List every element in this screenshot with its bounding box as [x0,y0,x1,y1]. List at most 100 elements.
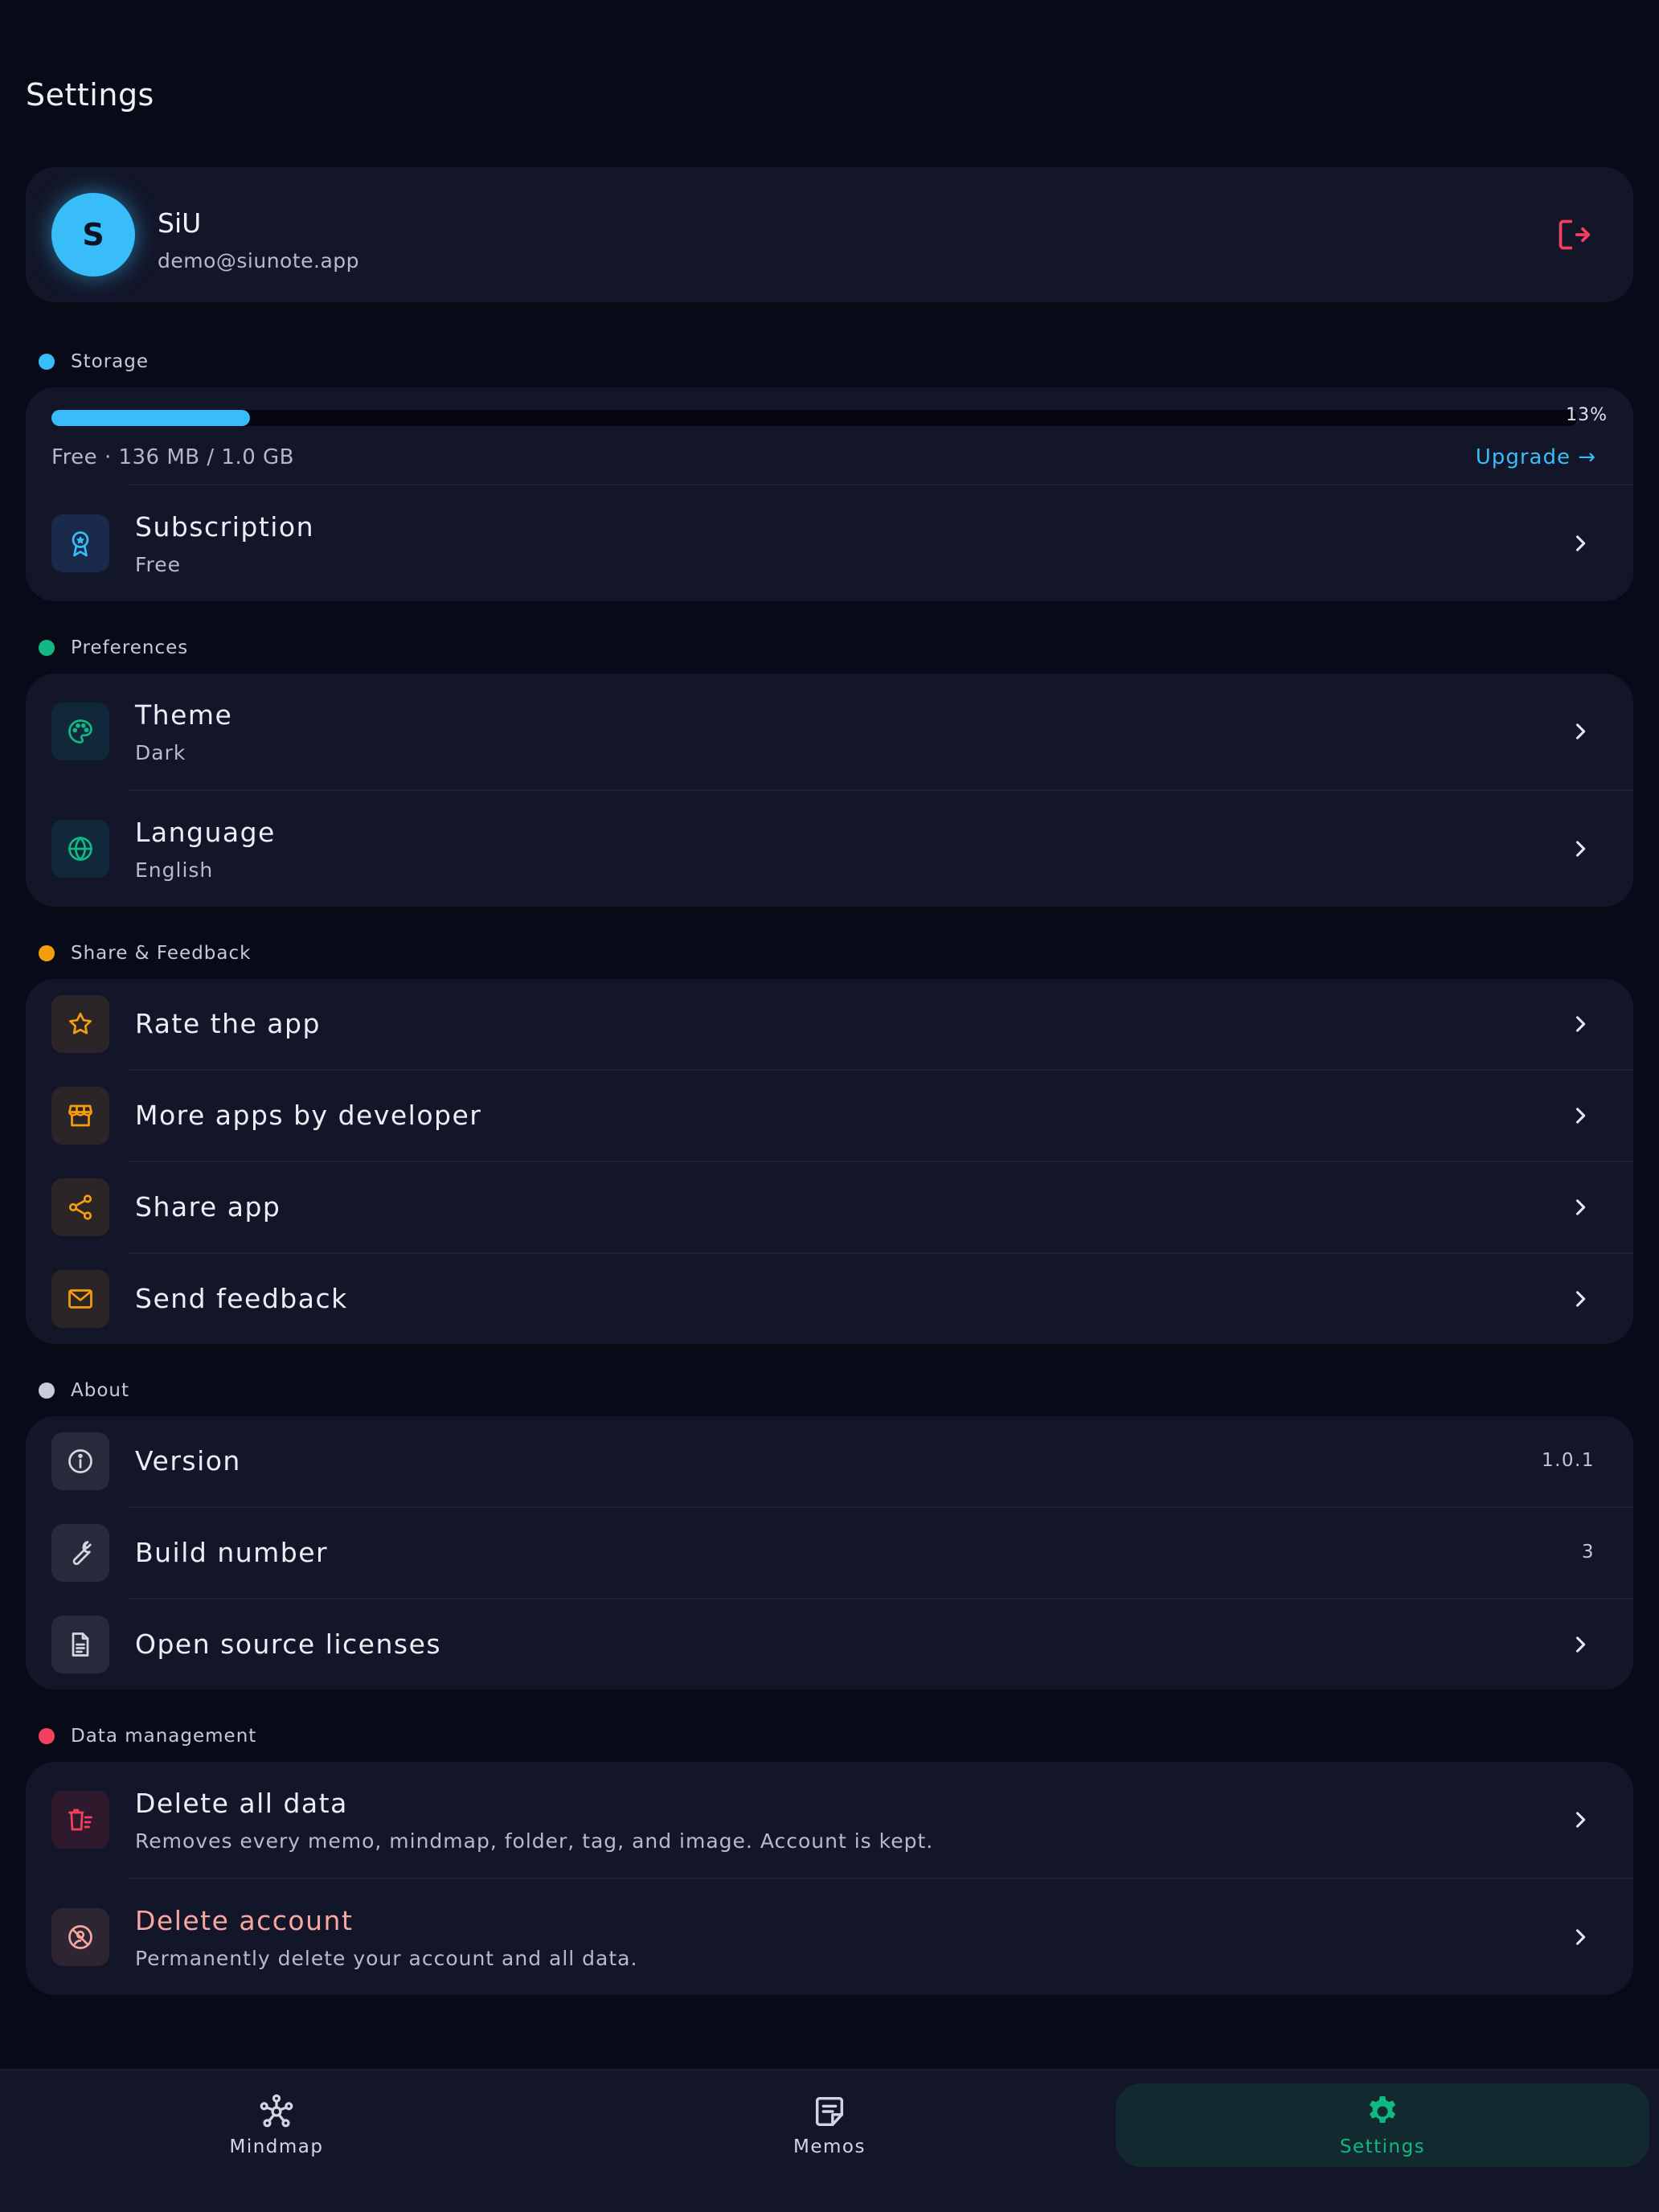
info-icon [68,1449,92,1473]
star-icon [69,1012,92,1034]
trash-icon [68,1809,92,1831]
nav-mindmap[interactable]: Mindmap [10,2083,543,2167]
section-preferences: Preferences [39,637,188,659]
logout-icon [1559,219,1591,250]
about-dot [39,1382,55,1399]
nav-memos[interactable]: Memos [563,2083,1096,2167]
theme-value: Dark [135,741,186,764]
share-card: Rate the app More apps by developer Shar… [26,979,1633,1344]
version-icon-box [51,1432,109,1490]
licenses-row[interactable]: Open source licenses [26,1600,1633,1690]
language-row[interactable]: Language English [26,791,1633,907]
storage-dot [39,354,55,370]
storage-card: 13% Free · 136 MB / 1.0 GB Upgrade → Sub… [26,387,1633,601]
chevron-right-icon [1575,723,1586,739]
award-icon [72,531,89,557]
section-data-management: Data management [39,1725,256,1747]
delete-data-row[interactable]: Delete all data Removes every memo, mind… [26,1762,1633,1878]
delete-account-subtitle: Permanently delete your account and all … [135,1947,638,1970]
subscription-value: Free [135,553,182,576]
feedback-icon-box [51,1270,109,1328]
section-preferences-label: Preferences [71,637,189,658]
avatar: S [51,193,135,276]
section-share: Share & Feedback [39,942,251,965]
licenses-icon-box [51,1616,109,1673]
more-apps-icon-box [51,1087,109,1145]
subscription-row[interactable]: Subscription Free [26,485,1633,601]
rate-icon-box [51,995,109,1053]
memo-icon [815,2096,844,2127]
chevron-right-icon [1575,841,1586,857]
share-app-title: Share app [135,1191,281,1223]
share-app-icon-box [51,1178,109,1236]
chevron-right-icon [1575,1291,1586,1307]
storage-percent: 13% [1566,405,1608,425]
share-dot [39,945,55,961]
version-value: 1.0.1 [1541,1450,1595,1471]
share-app-row[interactable]: Share app [26,1162,1633,1252]
wrench-icon [72,1541,92,1566]
gear-icon [1369,2095,1396,2124]
profile-card: S SiU demo@siunote.app [26,167,1633,302]
profile-name: SiU [158,207,202,239]
chevron-right-icon [1575,1108,1586,1124]
preferences-card: Theme Dark Language English [26,674,1633,907]
rate-app-title: Rate the app [135,1008,321,1039]
send-feedback-title: Send feedback [135,1283,348,1314]
section-about-label: About [71,1380,130,1401]
build-icon-box [51,1524,109,1582]
section-storage-label: Storage [71,351,149,372]
chevron-right-icon [1575,1636,1586,1653]
data-management-dot [39,1728,55,1744]
section-about: About [39,1379,129,1402]
chevron-right-icon [1575,1016,1586,1032]
store-icon [68,1104,92,1127]
palette-icon [68,719,92,743]
delete-data-icon-box [51,1791,109,1849]
subscription-title: Subscription [135,511,315,543]
chevron-right-icon [1575,1199,1586,1215]
bottom-navigation: Mindmap Memos Settings [0,2069,1659,2212]
delete-data-subtitle: Removes every memo, mindmap, folder, tag… [135,1829,934,1853]
logout-button[interactable] [1556,217,1591,252]
licenses-title: Open source licenses [135,1628,442,1660]
upgrade-link[interactable]: Upgrade → [1476,445,1596,469]
storage-progress-bar [51,410,1577,426]
theme-row[interactable]: Theme Dark [26,674,1633,789]
nav-memos-label: Memos [793,2136,866,2157]
storage-usage-text: Free · 136 MB / 1.0 GB [51,445,295,469]
chevron-right-icon [1575,1812,1586,1828]
ban-user-icon [68,1925,92,1949]
share-icon [68,1194,92,1220]
more-apps-row[interactable]: More apps by developer [26,1071,1633,1161]
language-value: English [135,858,214,882]
section-storage: Storage [39,350,149,373]
more-apps-title: More apps by developer [135,1100,482,1131]
page-title: Settings [26,77,154,113]
mindmap-icon [260,2094,293,2128]
about-card: Version 1.0.1 Build number 3 Open source… [26,1416,1633,1690]
version-row: Version 1.0.1 [26,1416,1633,1506]
build-number-value: 3 [1581,1542,1595,1563]
preferences-dot [39,640,55,656]
language-title: Language [135,817,276,848]
delete-account-row[interactable]: Delete account Permanently delete your a… [26,1879,1633,1995]
delete-data-title: Delete all data [135,1788,348,1819]
rate-app-row[interactable]: Rate the app [26,979,1633,1069]
globe-icon [68,837,92,861]
delete-account-title: Delete account [135,1905,354,1936]
build-number-title: Build number [135,1537,329,1568]
profile-email: demo@siunote.app [158,249,360,272]
delete-account-icon-box [51,1908,109,1966]
nav-settings[interactable]: Settings [1116,2083,1649,2167]
subscription-icon-box [51,514,109,572]
send-feedback-row[interactable]: Send feedback [26,1254,1633,1344]
section-share-label: Share & Feedback [71,943,252,964]
nav-settings-label: Settings [1339,2136,1426,2157]
version-title: Version [135,1445,241,1477]
theme-title: Theme [135,699,233,731]
mail-icon [68,1289,92,1309]
chevron-right-icon [1575,535,1586,551]
chevron-right-icon [1575,1929,1586,1945]
theme-icon-box [51,703,109,760]
